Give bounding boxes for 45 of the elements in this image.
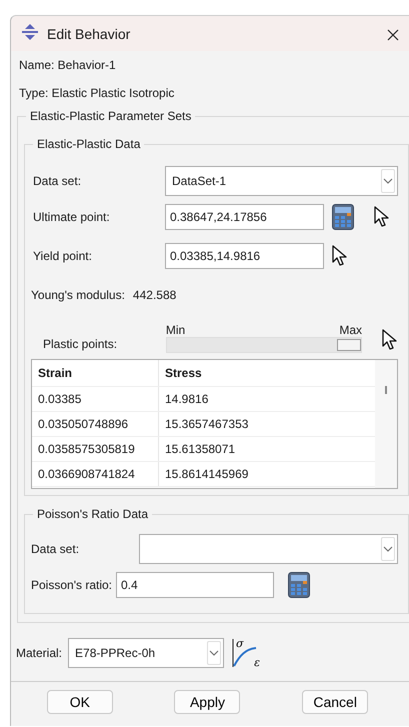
field-label: Young's modulus: bbox=[31, 288, 125, 302]
field-label: Yield point: bbox=[32, 249, 93, 263]
max-label: Max bbox=[339, 323, 362, 337]
table-cell: 0.0366908741824 bbox=[32, 462, 159, 486]
table-cell-text: 15.3657467353 bbox=[164, 416, 250, 433]
dialog-button[interactable]: Apply bbox=[174, 690, 240, 714]
window-title: Edit Behavior bbox=[47, 26, 132, 42]
column-header: Strain bbox=[32, 360, 159, 386]
field-label: Material: bbox=[16, 646, 62, 660]
behavior-icon bbox=[21, 24, 39, 43]
stress-strain-button[interactable]: σ ε bbox=[230, 637, 262, 669]
calculator-icon[interactable] bbox=[332, 204, 354, 230]
value-text: 442.588 bbox=[132, 288, 176, 302]
slider-thumb[interactable] bbox=[337, 339, 361, 351]
input-field[interactable]: 0.38647,24.17856 bbox=[165, 204, 324, 230]
close-icon[interactable] bbox=[387, 28, 399, 40]
table-cell: 0.03385 bbox=[32, 387, 159, 411]
min-label: Min bbox=[166, 323, 186, 337]
table-cell-text: 15.8614145969 bbox=[164, 466, 250, 483]
input-field[interactable]: 0.4 bbox=[116, 572, 274, 598]
dialog-button[interactable]: Cancel bbox=[302, 690, 368, 714]
table-cell: 0.035050748896 bbox=[32, 412, 159, 436]
caret-icon bbox=[207, 641, 222, 665]
field-label: Ultimate point: bbox=[32, 210, 111, 224]
name-label: Name: Behavior-1 bbox=[18, 57, 117, 74]
column-header: Stress bbox=[164, 365, 203, 382]
table-cell-text: 14.9816 bbox=[164, 391, 210, 408]
cursor-icon[interactable] bbox=[382, 329, 398, 351]
cursor-icon[interactable] bbox=[374, 206, 390, 228]
field-label: Plastic points: bbox=[42, 337, 118, 353]
calculator-icon[interactable] bbox=[288, 572, 310, 598]
data-set-dropdown[interactable]: DataSet-1 bbox=[165, 166, 398, 196]
caret-icon bbox=[381, 169, 395, 193]
scrollbar[interactable] bbox=[375, 360, 397, 488]
input-field[interactable]: 0.03385,14.9816 bbox=[165, 243, 324, 269]
type-label: Type: Elastic Plastic Isotropic bbox=[18, 85, 176, 102]
material-dropdown[interactable]: E78-PPRec-0h bbox=[68, 638, 224, 668]
dialog-button[interactable]: OK bbox=[46, 690, 113, 714]
field-label: Data set: bbox=[31, 542, 80, 556]
table-cell: 0.0358575305819 bbox=[32, 437, 159, 461]
table-cell-text: 15.61358071 bbox=[164, 441, 236, 458]
field-label: Data set: bbox=[32, 174, 82, 188]
caret-icon bbox=[381, 537, 395, 561]
cursor-icon[interactable] bbox=[332, 245, 348, 267]
field-label: Poisson's ratio: bbox=[31, 578, 112, 592]
